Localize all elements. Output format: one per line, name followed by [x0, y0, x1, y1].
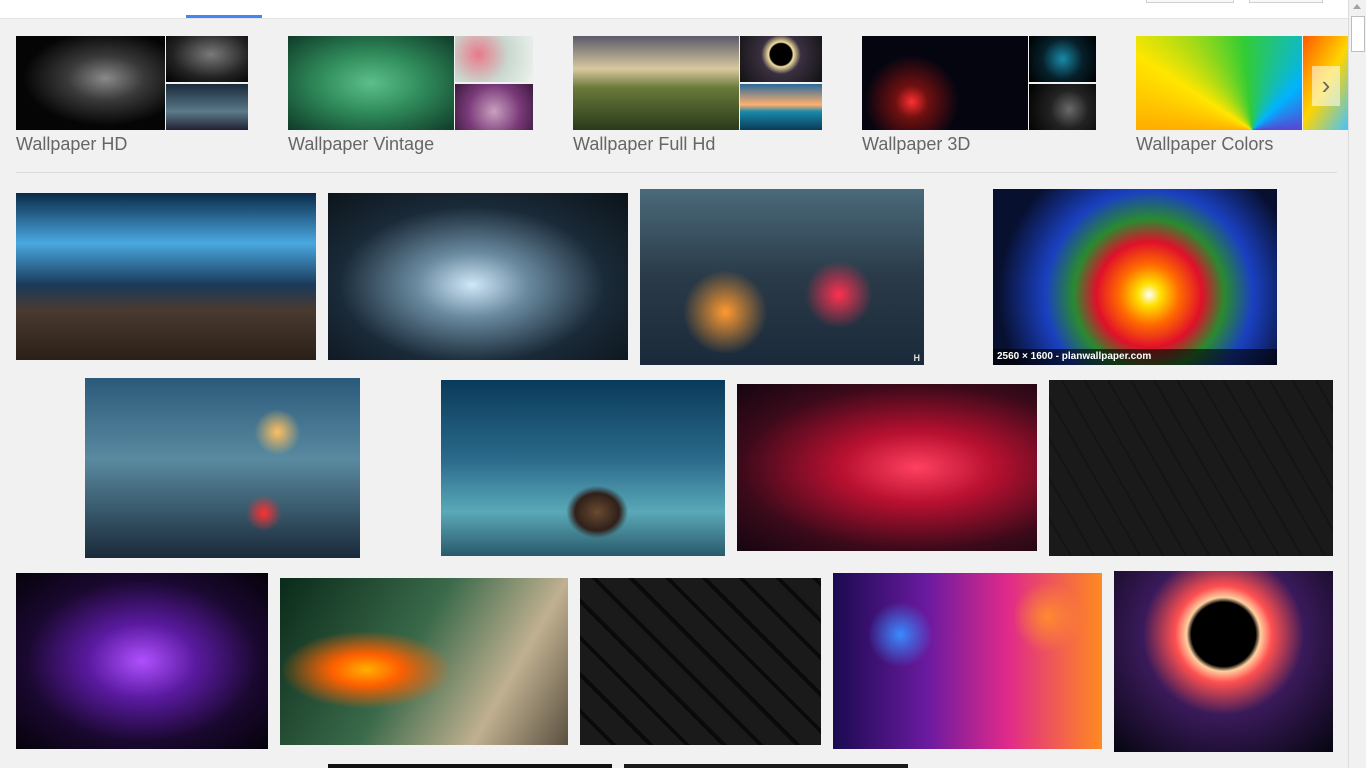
image-result-hovered[interactable]: 2560 × 1600 - planwallpaper.com: [993, 189, 1277, 365]
related-label: Wallpaper Colors: [1136, 134, 1274, 154]
section-divider: [16, 172, 1337, 173]
image-result[interactable]: [624, 764, 908, 768]
related-main-thumbnail: [16, 36, 165, 130]
image-result[interactable]: [16, 193, 316, 360]
related-main-thumbnail: [573, 36, 739, 130]
image-result[interactable]: [580, 578, 821, 745]
image-result[interactable]: [1114, 571, 1333, 752]
vertical-scrollbar[interactable]: [1348, 0, 1366, 768]
scroll-thumb[interactable]: [1351, 16, 1365, 52]
image-result[interactable]: [328, 764, 612, 768]
related-main-thumbnail: [1136, 36, 1302, 130]
image-result[interactable]: [280, 578, 568, 745]
related-thumbnail: [166, 84, 248, 130]
related-thumbnail: [455, 84, 533, 130]
toolbar-button-1[interactable]: [1146, 0, 1234, 3]
related-label: Wallpaper HD: [16, 134, 128, 154]
image-result[interactable]: H: [640, 189, 924, 365]
related-thumbnail: [1029, 84, 1096, 130]
image-result[interactable]: [737, 384, 1037, 551]
toolbar-button-2[interactable]: [1249, 0, 1323, 3]
image-result[interactable]: [328, 193, 628, 360]
related-label: Wallpaper Vintage: [288, 134, 435, 154]
related-label: Wallpaper Full Hd: [573, 134, 716, 154]
watermark: H: [913, 353, 921, 363]
related-search-wallpaper-hd[interactable]: Wallpaper HD: [16, 36, 248, 154]
image-result[interactable]: [85, 378, 360, 558]
related-main-thumbnail: [288, 36, 454, 130]
next-related-chevron-right-icon[interactable]: ›: [1312, 66, 1340, 106]
related-search-wallpaper-3d[interactable]: Wallpaper 3D: [862, 36, 1096, 154]
related-thumbnail: [1029, 36, 1096, 82]
top-bar: [0, 0, 1348, 19]
image-result[interactable]: [833, 573, 1102, 749]
related-thumbnail: [740, 36, 822, 82]
image-result[interactable]: [1049, 380, 1333, 556]
related-thumbnail: [166, 36, 248, 82]
related-thumbnail: [740, 84, 822, 130]
related-thumbnail: [455, 36, 533, 82]
related-label: Wallpaper 3D: [862, 134, 971, 154]
related-main-thumbnail: [862, 36, 1028, 130]
related-search-wallpaper-vintage[interactable]: Wallpaper Vintage: [288, 36, 533, 154]
related-search-wallpaper-full-hd[interactable]: Wallpaper Full Hd: [573, 36, 822, 154]
image-result[interactable]: [441, 380, 725, 556]
image-size-source-caption: 2560 × 1600 - planwallpaper.com: [993, 349, 1277, 365]
scroll-up-arrow-icon[interactable]: [1353, 4, 1361, 9]
image-result[interactable]: [16, 573, 268, 749]
active-tab-indicator: [186, 15, 262, 18]
